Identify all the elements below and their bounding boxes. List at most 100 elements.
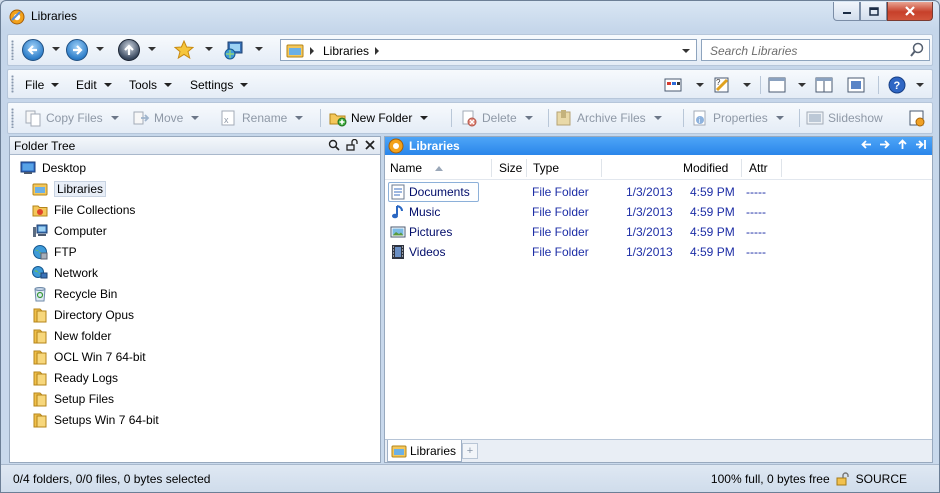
menu-settings[interactable]: Settings (190, 78, 249, 92)
layout-single-icon[interactable] (768, 76, 786, 94)
tree-item-new-folder[interactable]: New folder (32, 326, 111, 345)
tree-item-label: Ready Logs (54, 370, 119, 385)
tree-item-file-collections[interactable]: File Collections (32, 200, 135, 219)
back-arrow-icon[interactable] (861, 139, 872, 150)
tree-item-label: Setup Files (54, 391, 115, 406)
close-icon[interactable] (364, 139, 376, 151)
folder-tree-header-controls (328, 139, 376, 151)
search-icon[interactable] (909, 42, 925, 58)
source-indicator[interactable]: SOURCE (856, 472, 907, 486)
folder-tree-header: Folder Tree (10, 137, 380, 155)
edit-script-dropdown[interactable] (743, 83, 751, 87)
menu-file[interactable]: File (25, 78, 60, 92)
move-button[interactable]: Move (132, 109, 200, 127)
chevron-down-icon (524, 116, 533, 120)
tree-item-setups-win7[interactable]: Setups Win 7 64-bit (32, 410, 159, 429)
back-history-dropdown[interactable] (52, 47, 60, 51)
viewer-pane-icon[interactable] (847, 76, 865, 94)
edit-script-icon[interactable]: ? (713, 76, 731, 94)
minimize-button[interactable] (833, 2, 860, 21)
toolbar-grip[interactable] (11, 40, 14, 60)
tree-item-ocl-win7[interactable]: OCL Win 7 64-bit (32, 347, 146, 366)
column-separator[interactable] (781, 159, 782, 177)
computer-dropdown[interactable] (255, 47, 263, 51)
tree-item-setup-files[interactable]: Setup Files (32, 389, 114, 408)
favorites-star-icon[interactable] (174, 40, 194, 60)
column-separator[interactable] (491, 159, 492, 177)
file-row-documents[interactable]: Documents File Folder 1/3/2013 4:59 PM -… (385, 182, 932, 202)
column-separator[interactable] (741, 159, 742, 177)
close-button[interactable] (887, 2, 933, 21)
move-label: Move (154, 111, 184, 125)
toolbar-separator (320, 109, 321, 127)
address-breadcrumb[interactable]: Libraries (323, 44, 369, 58)
file-row-music[interactable]: Music File Folder 1/3/2013 4:59 PM ----- (385, 202, 932, 222)
help-icon[interactable]: ? (888, 76, 906, 94)
column-modified[interactable]: Modified (683, 161, 728, 175)
chevron-down-icon (51, 83, 60, 87)
file-type: File Folder (532, 225, 589, 239)
column-separator[interactable] (526, 159, 527, 177)
column-attr[interactable]: Attr (749, 161, 768, 175)
help-dropdown[interactable] (916, 83, 924, 87)
up-dropdown[interactable] (148, 47, 156, 51)
rename-button[interactable]: x Rename (220, 109, 304, 127)
tree-item-network[interactable]: Network (32, 263, 98, 282)
favorites-dropdown[interactable] (205, 47, 213, 51)
properties-button[interactable]: i Properties (691, 109, 784, 127)
up-button[interactable] (118, 39, 140, 61)
tree-item-directory-opus[interactable]: Directory Opus (32, 305, 134, 324)
breadcrumb-separator-icon[interactable] (310, 47, 314, 55)
archive-files-button[interactable]: Archive Files (555, 109, 662, 127)
chevron-down-icon (110, 116, 119, 120)
file-type: File Folder (532, 205, 589, 219)
folder-tree-pane: Folder Tree Desktop Libraries File Colle… (9, 136, 381, 463)
layout-dropdown[interactable] (798, 83, 806, 87)
copy-files-button[interactable]: Copy Files (24, 109, 119, 127)
search-icon[interactable] (328, 139, 340, 151)
tree-item-label: Directory Opus (54, 307, 135, 322)
delete-button[interactable]: Delete (460, 109, 533, 127)
view-mode-icon[interactable] (664, 76, 682, 94)
menu-tools[interactable]: Tools (129, 78, 173, 92)
toolbar-grip[interactable] (11, 75, 14, 93)
tree-item-ftp[interactable]: FTP (32, 242, 77, 261)
toolbar-grip[interactable] (11, 108, 14, 128)
forward-history-dropdown[interactable] (96, 47, 104, 51)
print-folder-icon[interactable] (908, 109, 926, 127)
tree-item-libraries[interactable]: Libraries (32, 179, 107, 198)
search-field[interactable]: Search Libraries (701, 39, 930, 61)
forward-arrow-icon[interactable] (879, 139, 890, 150)
tree-item-computer[interactable]: Computer (32, 221, 107, 240)
column-separator[interactable] (601, 159, 602, 177)
file-date: 1/3/2013 (626, 225, 673, 239)
chevron-down-icon (240, 83, 249, 87)
column-name[interactable]: Name (390, 161, 422, 175)
unlock-icon[interactable] (346, 139, 358, 151)
unlock-icon[interactable] (836, 472, 850, 486)
column-type[interactable]: Type (533, 161, 559, 175)
breadcrumb-separator-icon[interactable] (375, 47, 379, 55)
file-row-videos[interactable]: Videos File Folder 1/3/2013 4:59 PM ----… (385, 242, 932, 262)
network-computer-icon[interactable] (224, 40, 244, 60)
layout-dual-icon[interactable] (815, 76, 833, 94)
back-button[interactable] (22, 39, 44, 61)
tree-item-ready-logs[interactable]: Ready Logs (32, 368, 118, 387)
new-folder-button[interactable]: New Folder (329, 109, 429, 127)
address-history-dropdown[interactable] (682, 49, 690, 53)
column-size[interactable]: Size (499, 161, 522, 175)
slideshow-button[interactable]: Slideshow (806, 109, 883, 127)
tree-item-recycle-bin[interactable]: Recycle Bin (32, 284, 117, 303)
folder-tab-libraries[interactable]: Libraries (387, 440, 463, 462)
file-row-pictures[interactable]: Pictures File Folder 1/3/2013 4:59 PM --… (385, 222, 932, 242)
new-tab-button[interactable]: + (462, 443, 478, 459)
maximize-button[interactable] (860, 2, 887, 21)
forward-button[interactable] (66, 39, 88, 61)
address-bar[interactable]: Libraries (280, 39, 697, 61)
file-lister-pane: Libraries Name Size Type Modified Attr D… (384, 136, 933, 463)
up-arrow-icon[interactable] (897, 139, 908, 150)
tree-item-desktop[interactable]: Desktop (20, 158, 86, 177)
menu-edit[interactable]: Edit (76, 78, 112, 92)
view-mode-dropdown[interactable] (696, 83, 704, 87)
go-to-end-icon[interactable] (915, 139, 926, 150)
